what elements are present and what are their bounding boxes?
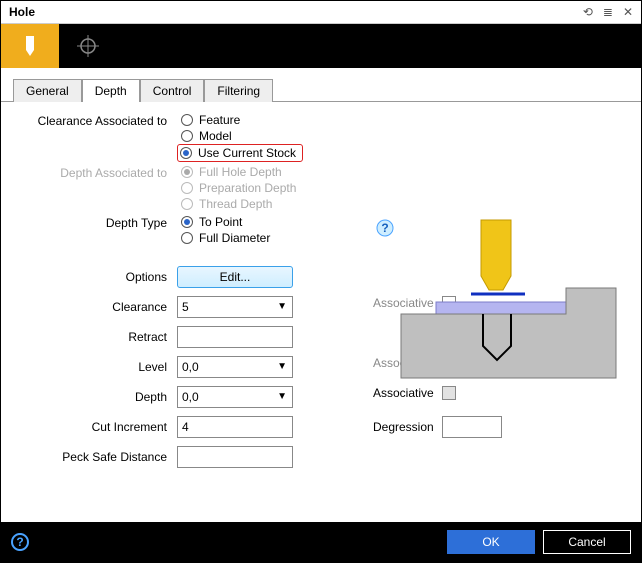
diagram-help-icon[interactable]: ?	[375, 218, 397, 243]
radio-label: Full Diameter	[199, 231, 270, 245]
cut-increment-input[interactable]	[177, 416, 293, 438]
refresh-icon[interactable]: ⟲	[583, 5, 593, 19]
clearance-input[interactable]	[177, 296, 293, 318]
window-title: Hole	[9, 5, 35, 19]
radio-label: Use Current Stock	[198, 146, 296, 160]
tab-general[interactable]: General	[13, 79, 82, 102]
degression-input[interactable]	[442, 416, 502, 438]
mode-hole-icon[interactable]	[1, 24, 59, 68]
tool-diagram: ?	[371, 218, 621, 398]
cut-increment-label: Cut Increment	[17, 416, 177, 434]
depth-assoc-full-hole: Full Hole Depth	[177, 164, 300, 180]
retract-label: Retract	[17, 326, 177, 344]
radio-label: Preparation Depth	[199, 181, 296, 195]
clearance-assoc-use-current-stock[interactable]: Use Current Stock	[180, 146, 296, 160]
edit-button[interactable]: Edit...	[177, 266, 293, 288]
radio-label: Feature	[199, 113, 240, 127]
close-icon[interactable]: ✕	[623, 5, 633, 19]
tab-control[interactable]: Control	[140, 79, 205, 102]
ok-button[interactable]: OK	[447, 530, 535, 554]
degression-label: Degression	[373, 420, 434, 434]
depth-assoc-preparation: Preparation Depth	[177, 180, 300, 196]
drill-icon	[20, 34, 40, 58]
options-label: Options	[17, 266, 177, 284]
depth-type-label: Depth Type	[17, 214, 177, 230]
depth-input[interactable]	[177, 386, 293, 408]
retract-input[interactable]	[177, 326, 293, 348]
svg-text:?: ?	[381, 221, 388, 235]
radio-label: Full Hole Depth	[199, 165, 282, 179]
mode-target-icon[interactable]	[59, 24, 117, 68]
help-icon[interactable]: ?	[11, 533, 29, 551]
cancel-button[interactable]: Cancel	[543, 530, 631, 554]
peck-safe-label: Peck Safe Distance	[17, 446, 177, 464]
radio-label: To Point	[199, 215, 242, 229]
depth-assoc-thread: Thread Depth	[177, 196, 300, 212]
depth-type-point[interactable]: To Point	[177, 214, 274, 230]
level-label: Level	[17, 356, 177, 374]
crosshair-icon	[77, 35, 99, 57]
tab-filtering[interactable]: Filtering	[204, 79, 273, 102]
clearance-label: Clearance	[17, 296, 177, 314]
tab-depth[interactable]: Depth	[82, 79, 140, 102]
clearance-assoc-label: Clearance Associated to	[17, 112, 177, 128]
radio-label: Model	[199, 129, 232, 143]
depth-assoc-label: Depth Associated to	[17, 164, 177, 180]
depth-label: Depth	[17, 386, 177, 404]
peck-safe-input[interactable]	[177, 446, 293, 468]
depth-type-full-diameter[interactable]: Full Diameter	[177, 230, 274, 246]
menu-icon[interactable]: ≣	[603, 5, 613, 19]
radio-label: Thread Depth	[199, 197, 272, 211]
level-input[interactable]	[177, 356, 293, 378]
clearance-assoc-model[interactable]: Model	[177, 128, 303, 144]
clearance-assoc-feature[interactable]: Feature	[177, 112, 303, 128]
